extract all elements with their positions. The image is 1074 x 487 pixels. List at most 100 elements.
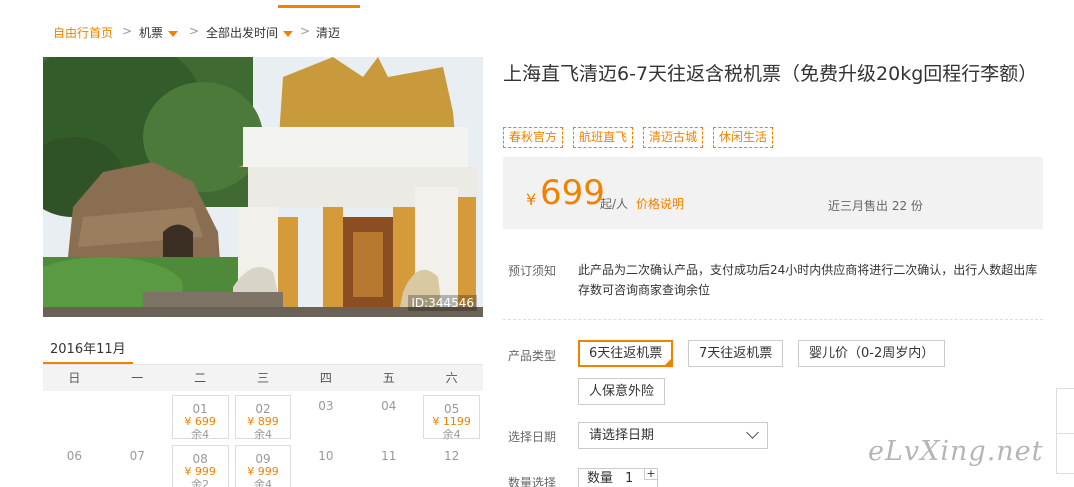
price-explanation-link[interactable]: 价格说明 <box>636 195 684 212</box>
calendar-day-cell: 12 <box>420 443 483 487</box>
notice-label: 预订须知 <box>508 264 557 278</box>
breadcrumb-departure-label: 全部出发时间 <box>206 26 279 40</box>
product-photo[interactable]: ID:344546 <box>43 57 483 317</box>
date-day: 10 <box>318 449 334 463</box>
date-day: 02 <box>255 402 271 416</box>
calendar-day-cell: 03 <box>294 393 357 443</box>
available-date[interactable]: 05 ¥ 1199 余4 <box>423 395 481 441</box>
date-day: 05 <box>443 402 460 416</box>
product-tags: 春秋官方 航班直飞 清迈古城 休闲生活 <box>503 127 774 148</box>
watermark: eLvXing.net <box>868 436 1044 467</box>
weekday-label: 三 <box>257 371 270 385</box>
type-option-6day[interactable]: 6天往返机票 <box>578 340 674 367</box>
calendar-day-cell: 06 <box>43 443 106 487</box>
breadcrumb-destination: 清迈 <box>316 26 341 40</box>
breadcrumb-home-link[interactable]: 自由行首页 <box>53 24 113 41</box>
date-day: 09 <box>255 452 271 466</box>
calendar-day-cell: 07 <box>106 443 169 487</box>
type-option-insurance[interactable]: 人保意外险 <box>578 378 666 405</box>
date-stock: 余4 <box>442 428 461 441</box>
date-day: 01 <box>192 402 208 416</box>
chevron-right-icon: > <box>122 24 133 38</box>
calendar-day-cell[interactable]: 02 ¥ 899 余4 <box>232 393 295 443</box>
sold-count: 近三月售出 22 份 <box>828 199 923 213</box>
date-day: 11 <box>381 449 397 463</box>
breadcrumb-departure-dropdown[interactable]: 全部出发时间 <box>206 24 294 41</box>
price-panel: ¥ 699 起/人 价格说明 近三月售出 22 份 <box>503 157 1043 229</box>
date-price: ¥ 899 <box>247 415 279 428</box>
side-toolbar-button[interactable] <box>1056 434 1074 474</box>
product-type-label: 产品类型 <box>508 349 557 363</box>
calendar-day-cell <box>106 393 169 443</box>
available-date[interactable]: 09 ¥ 999 余4 <box>234 445 292 487</box>
product-title: 上海直飞清迈6-7天往返含税机票（免费升级20kg回程行李额） <box>503 63 1038 85</box>
available-date[interactable]: 01 ¥ 699 余4 <box>171 395 229 441</box>
calendar-day-cell[interactable]: 01 ¥ 699 余4 <box>169 393 232 443</box>
date-day: 08 <box>192 452 208 466</box>
nav-active-indicator <box>278 5 360 8</box>
date-day: 03 <box>318 399 334 413</box>
date-day: 12 <box>443 449 460 463</box>
weekday-label: 四 <box>319 371 332 385</box>
type-option-infant[interactable]: 婴儿价（0-2周岁内） <box>798 340 946 367</box>
quantity-plus-button[interactable]: + <box>644 468 658 480</box>
notice-text: 此产品为二次确认产品，支付成功后24小时内供应商将进行二次确认，出行人数超出库存… <box>578 263 1038 297</box>
date-label: 选择日期 <box>508 430 557 444</box>
date-stock: 余2 <box>191 478 210 487</box>
currency-symbol: ¥ <box>526 190 537 209</box>
weekday-label: 一 <box>131 371 144 385</box>
date-price: ¥ 699 <box>184 415 216 428</box>
weekday-label: 日 <box>68 371 81 385</box>
quantity-prefix: 数量 <box>587 471 614 486</box>
chevron-down-icon <box>746 426 759 439</box>
price-value: 699 <box>540 173 605 213</box>
temple-photo-illustration <box>43 57 483 317</box>
date-select-value: 请选择日期 <box>589 428 655 443</box>
quantity-label: 数量选择 <box>508 476 557 487</box>
available-date[interactable]: 08 ¥ 999 余2 <box>171 445 229 487</box>
chevron-right-icon: > <box>300 24 311 38</box>
date-price: ¥ 999 <box>247 465 279 478</box>
quantity-value: 1 <box>625 471 634 486</box>
date-day: 06 <box>66 449 83 463</box>
product-tag[interactable]: 休闲生活 <box>713 127 774 148</box>
calendar-day-cell[interactable]: 09 ¥ 999 余4 <box>232 443 295 487</box>
date-stock: 余4 <box>191 428 210 441</box>
product-tag[interactable]: 航班直飞 <box>573 127 634 148</box>
date-price: ¥ 999 <box>184 465 216 478</box>
date-price: ¥ 1199 <box>432 415 471 428</box>
price-unit: 起/人 <box>600 197 629 211</box>
weekday-label: 六 <box>445 371 458 385</box>
calendar-day-cell[interactable]: 08 ¥ 999 余2 <box>169 443 232 487</box>
calendar-day-cell: 11 <box>357 443 420 487</box>
product-tag[interactable]: 春秋官方 <box>503 127 564 148</box>
breadcrumb-flight-label: 机票 <box>139 26 164 40</box>
calendar-day-cell: 10 <box>294 443 357 487</box>
side-toolbar-button[interactable] <box>1056 388 1074 434</box>
caret-down-icon <box>283 30 294 37</box>
calendar-day-cell <box>43 393 106 443</box>
date-select[interactable]: 请选择日期 <box>578 422 768 449</box>
weekday-label: 五 <box>382 371 395 385</box>
product-tag[interactable]: 清迈古城 <box>643 127 704 148</box>
available-date[interactable]: 02 ¥ 899 余4 <box>234 395 292 441</box>
calendar-week-row: 06 07 08 ¥ 999 余2 09 ¥ 999 余4 10 11 12 <box>43 443 483 487</box>
date-stock: 余4 <box>254 478 272 487</box>
divider <box>503 319 1043 320</box>
calendar-weekday-header: 日 一 二 三 四 五 六 <box>43 365 483 391</box>
type-option-7day[interactable]: 7天往返机票 <box>688 340 784 367</box>
date-day: 04 <box>381 399 397 413</box>
calendar-day-cell[interactable]: 05 ¥ 1199 余4 <box>420 393 483 443</box>
date-stock: 余4 <box>254 428 272 441</box>
breadcrumb-flight-dropdown[interactable]: 机票 <box>139 24 179 41</box>
caret-down-icon <box>168 30 179 37</box>
chevron-right-icon: > <box>189 24 200 38</box>
calendar-day-cell: 04 <box>357 393 420 443</box>
breadcrumb: 自由行首页 > 机票 > 全部出发时间 > 清迈 <box>0 0 1074 48</box>
calendar-month-tab[interactable]: 2016年11月 <box>50 338 126 357</box>
calendar-grid: 01 ¥ 699 余4 02 ¥ 899 余4 03 04 05 ¥ 1199 余4 06 07 08 ¥ … <box>43 393 483 487</box>
date-day: 07 <box>129 449 145 463</box>
calendar-week-row: 01 ¥ 699 余4 02 ¥ 899 余4 03 04 05 ¥ 1199 余4 <box>43 393 483 443</box>
weekday-label: 二 <box>194 371 207 385</box>
photo-id-label: ID:344546 <box>408 295 477 311</box>
